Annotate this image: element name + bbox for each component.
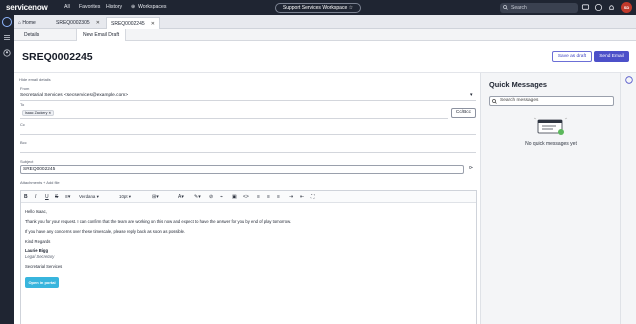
menu-history[interactable]: History — [106, 4, 122, 10]
record-sub-tabs: Details New Email Draft — [14, 29, 636, 41]
font-family-select[interactable]: Verdana ▾ — [79, 193, 121, 201]
send-email-button[interactable]: Send Email — [594, 51, 629, 62]
tab-home-label: Home — [22, 20, 36, 26]
body-greeting: Hello Isaac, — [25, 209, 47, 214]
cc-bcc-button[interactable]: Cc/Bcc — [451, 108, 476, 118]
tab-sreq0002305[interactable]: SREQ0002305 ✕ — [52, 17, 104, 29]
align-left-icon[interactable]: ≡ — [257, 194, 260, 200]
tab-new-email-draft[interactable]: New Email Draft — [76, 29, 127, 41]
menu-workspaces-icon: ⊕ — [131, 4, 136, 10]
logo-text: servicenow — [6, 3, 48, 12]
to-label: To — [20, 102, 25, 107]
tab-label: SREQ0002305 — [56, 20, 90, 26]
to-underline — [20, 118, 448, 119]
search-icon — [492, 98, 497, 104]
font-size-select[interactable]: 10pt ▾ — [119, 193, 149, 201]
from-label: From — [20, 86, 30, 91]
add-file-link[interactable]: + Add file — [43, 180, 60, 185]
underline-icon[interactable]: U — [45, 194, 49, 200]
servicenow-logo[interactable]: servicenow — [6, 3, 48, 12]
contextual-side-panel — [620, 73, 636, 324]
quick-messages-empty-text: No quick messages yet — [525, 141, 577, 147]
record-tabs-bar: ⌂ Home SREQ0002305 ✕ SREQ0002245 ✕ — [14, 15, 636, 29]
signature-department: Secretarial Services — [25, 264, 63, 269]
italic-icon[interactable]: I — [35, 194, 36, 200]
cc-label: Cc — [20, 122, 25, 127]
code-icon[interactable]: <> — [243, 194, 249, 200]
editor-toolbar: B I U S ≡▾ Verdana ▾ 10pt ▾ ⊞▾ A▾ ✎▾ ⊘ ⌁… — [21, 191, 476, 203]
global-search-placeholder: Search — [511, 4, 527, 11]
tab-home[interactable]: ⌂ Home — [14, 17, 52, 29]
notifications-icon[interactable] — [607, 3, 616, 12]
hide-email-details-link[interactable]: Hide email details — [19, 77, 51, 82]
workspace-title[interactable]: Support Services Workspace ☆ — [275, 2, 361, 13]
align-right-icon[interactable]: ≡ — [277, 194, 280, 200]
home-icon[interactable] — [2, 17, 12, 27]
menu-favorites[interactable]: Favorites — [79, 4, 100, 10]
from-select[interactable]: Secretarial Services <secservices@exampl… — [20, 93, 128, 98]
tab-sreq0002245[interactable]: SREQ0002245 ✕ — [106, 17, 160, 29]
menu-all[interactable]: All — [64, 4, 70, 10]
top-navigation-bar: servicenow All Favorites History ⊕ Works… — [0, 0, 636, 15]
quick-messages-panel: Quick Messages Search messages No quick … — [480, 73, 620, 324]
quick-messages-title: Quick Messages — [489, 80, 547, 89]
empty-messages-illustration-icon — [534, 117, 568, 135]
list-icon[interactable] — [4, 35, 10, 40]
chevron-down-icon[interactable]: ▾ — [470, 93, 472, 98]
quick-messages-search-input[interactable]: Search messages — [489, 96, 614, 106]
list-style-icon[interactable]: ≡▾ — [65, 194, 70, 200]
record-title: SREQ0002245 — [22, 51, 93, 63]
cc-field[interactable] — [20, 134, 476, 135]
workspace-title-label: Support Services Workspace — [282, 4, 348, 11]
outdent-icon[interactable]: ⇤ — [300, 194, 304, 200]
chat-icon[interactable] — [581, 3, 590, 12]
bold-icon[interactable]: B — [24, 194, 28, 200]
add-file-label: Add file — [46, 180, 60, 185]
subject-input[interactable]: SREQ0002245 — [20, 165, 464, 174]
tab-details[interactable]: Details — [18, 29, 45, 41]
global-search-input[interactable]: Search — [500, 2, 578, 13]
body-line-1: Thank you for your request. I can confir… — [25, 219, 292, 224]
save-as-draft-button[interactable]: Save as draft — [552, 51, 592, 62]
insert-field-icon[interactable]: ⊳ — [469, 166, 473, 171]
subject-label: Subject — [20, 159, 34, 164]
email-body-editor[interactable]: B I U S ≡▾ Verdana ▾ 10pt ▾ ⊞▾ A▾ ✎▾ ⊘ ⌁… — [20, 190, 477, 324]
from-underline — [20, 100, 476, 101]
strikethrough-icon[interactable]: S — [55, 194, 58, 200]
quick-messages-toggle-icon[interactable] — [625, 76, 633, 84]
help-icon[interactable] — [594, 3, 603, 12]
remove-recipient-icon[interactable]: ✕ — [48, 111, 51, 115]
search-icon — [503, 5, 508, 10]
font-family-value: Verdana — [79, 194, 96, 199]
quick-messages-search-placeholder: Search messages — [500, 98, 539, 103]
user-avatar[interactable]: SD — [621, 2, 632, 13]
attachments-label: Attachments — [20, 180, 43, 185]
align-center-icon[interactable]: ≡ — [267, 194, 270, 200]
unlink-icon[interactable]: ⌁ — [220, 194, 223, 200]
recipient-chip[interactable]: Isaac Zackery ✕ — [22, 110, 55, 116]
highlight-icon[interactable]: ✎▾ — [194, 194, 201, 200]
table-icon[interactable]: ⊞▾ — [152, 194, 159, 200]
open-in-portal-button[interactable]: Open in portal — [25, 277, 59, 288]
recipient-chip-label: Isaac Zackery — [25, 111, 48, 115]
signature-name: Laurie Bigg — [25, 248, 49, 253]
indent-icon[interactable]: ⇥ — [289, 194, 293, 200]
link-icon[interactable]: ⊘ — [209, 194, 213, 200]
menu-workspaces[interactable]: Workspaces — [138, 4, 166, 10]
font-size-value: 10pt — [119, 194, 128, 199]
left-rail — [0, 15, 14, 324]
body-signoff: Kind Regards — [25, 239, 51, 244]
close-tab-icon[interactable]: ✕ — [96, 17, 100, 29]
text-color-icon[interactable]: A▾ — [178, 194, 184, 200]
body-line-2: If you have any concerns over these time… — [25, 229, 186, 234]
image-icon[interactable]: ▣ — [232, 194, 237, 200]
fullscreen-icon[interactable]: ⛶ — [311, 194, 315, 200]
bcc-label: Bcc — [20, 140, 27, 145]
signature-title: Legal Secretary — [25, 254, 55, 259]
agent-icon[interactable] — [3, 49, 11, 57]
tab-label: SREQ0002245 — [111, 21, 145, 27]
bcc-field[interactable] — [20, 152, 476, 153]
